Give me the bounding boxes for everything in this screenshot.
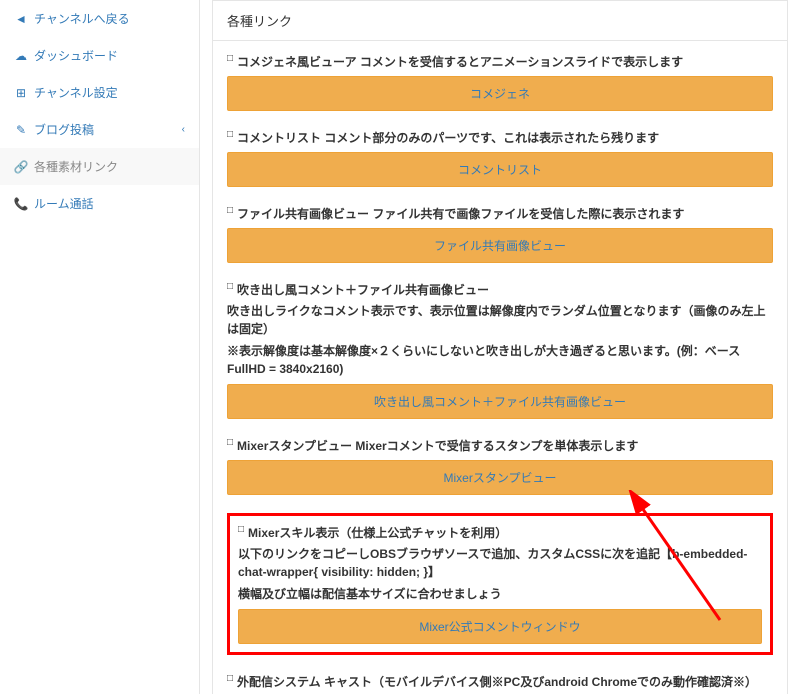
section-comment-list: □コメントリスト コメント部分のみのパーツです、これは表示されたら残ります コメ… bbox=[227, 129, 773, 187]
checkbox-icon: □ bbox=[227, 673, 233, 684]
section-title: □Mixerスキル表示（仕様上公式チャットを利用） bbox=[238, 524, 762, 541]
phone-icon: 📞 bbox=[14, 197, 28, 211]
section-cast: □外配信システム キャスト（モバイルデバイス側※PC及びandroid Chro… bbox=[227, 673, 773, 694]
section-title: □外配信システム キャスト（モバイルデバイス側※PC及びandroid Chro… bbox=[227, 673, 773, 690]
sidebar-item-label: ルーム通話 bbox=[34, 195, 94, 212]
sidebar-item-label: ダッシュボード bbox=[34, 47, 118, 64]
section-title: □コメントリスト コメント部分のみのパーツです、これは表示されたら残ります bbox=[227, 129, 773, 146]
section-title: □Mixerスタンプビュー Mixerコメントで受信するスタンプを単体表示します bbox=[227, 437, 773, 454]
section-desc: 以下のリンクをコピーしOBSブラウザソースで追加、カスタムCSSに次を追記【b-… bbox=[238, 545, 762, 581]
sidebar-item-label: チャンネル設定 bbox=[34, 84, 118, 101]
section-komegene: □コメジェネ風ビューア コメントを受信するとアニメーションスライドで表示します … bbox=[227, 53, 773, 111]
sidebar-item-room-call[interactable]: 📞 ルーム通話 bbox=[0, 185, 199, 222]
highlighted-section: □Mixerスキル表示（仕様上公式チャットを利用） 以下のリンクをコピーしOBS… bbox=[227, 513, 773, 655]
sidebar-item-label: 各種素材リンク bbox=[34, 158, 118, 175]
sidebar-item-label: ブログ投稿 bbox=[34, 121, 94, 138]
grid-icon: ⊞ bbox=[14, 86, 28, 100]
sidebar-item-label: チャンネルへ戻る bbox=[34, 10, 130, 27]
checkbox-icon: □ bbox=[238, 524, 244, 535]
section-file-share: □ファイル共有画像ビュー ファイル共有で画像ファイルを受信した際に表示されます … bbox=[227, 205, 773, 263]
checkbox-icon: □ bbox=[227, 437, 233, 448]
chevron-left-icon: ‹ bbox=[182, 124, 185, 135]
section-desc: ※表示解像度は基本解像度×２くらいにしないと吹き出しが大き過ぎると思います。(例… bbox=[227, 342, 773, 378]
sidebar-item-blog-post[interactable]: ✎ ブログ投稿 ‹ bbox=[0, 111, 199, 148]
checkbox-icon: □ bbox=[227, 53, 233, 64]
file-share-button[interactable]: ファイル共有画像ビュー bbox=[227, 228, 773, 263]
sidebar: ◄ チャンネルへ戻る ☁ ダッシュボード ⊞ チャンネル設定 ✎ ブログ投稿 ‹… bbox=[0, 0, 200, 694]
section-desc: 吹き出しライクなコメント表示です、表示位置は解像度内でランダム位置となります（画… bbox=[227, 302, 773, 338]
komegene-button[interactable]: コメジェネ bbox=[227, 76, 773, 111]
link-icon: 🔗 bbox=[14, 160, 28, 174]
main-content: 各種リンク □コメジェネ風ビューア コメントを受信するとアニメーションスライドで… bbox=[200, 0, 800, 694]
section-title: □ファイル共有画像ビュー ファイル共有で画像ファイルを受信した際に表示されます bbox=[227, 205, 773, 222]
panel-title: 各種リンク bbox=[213, 1, 787, 41]
dashboard-icon: ☁ bbox=[14, 49, 28, 63]
section-desc: 横幅及び立幅は配信基本サイズに合わせましょう bbox=[238, 585, 762, 603]
sidebar-item-back[interactable]: ◄ チャンネルへ戻る bbox=[0, 0, 199, 37]
checkbox-icon: □ bbox=[227, 281, 233, 292]
section-title: □吹き出し風コメント＋ファイル共有画像ビュー bbox=[227, 281, 773, 298]
back-icon: ◄ bbox=[14, 12, 28, 26]
checkbox-icon: □ bbox=[227, 205, 233, 216]
section-mixer-stamp: □Mixerスタンプビュー Mixerコメントで受信するスタンプを単体表示します… bbox=[227, 437, 773, 495]
links-panel: 各種リンク □コメジェネ風ビューア コメントを受信するとアニメーションスライドで… bbox=[212, 0, 788, 694]
section-title: □コメジェネ風ビューア コメントを受信するとアニメーションスライドで表示します bbox=[227, 53, 773, 70]
sidebar-item-dashboard[interactable]: ☁ ダッシュボード bbox=[0, 37, 199, 74]
mixer-official-button[interactable]: Mixer公式コメントウィンドウ bbox=[238, 609, 762, 644]
edit-icon: ✎ bbox=[14, 123, 28, 137]
mixer-stamp-button[interactable]: Mixerスタンプビュー bbox=[227, 460, 773, 495]
sidebar-item-links[interactable]: 🔗 各種素材リンク bbox=[0, 148, 199, 185]
section-mixer-skill: □Mixerスキル表示（仕様上公式チャットを利用） 以下のリンクをコピーしOBS… bbox=[238, 524, 762, 644]
sidebar-item-channel-settings[interactable]: ⊞ チャンネル設定 bbox=[0, 74, 199, 111]
bubble-comment-button[interactable]: 吹き出し風コメント＋ファイル共有画像ビュー bbox=[227, 384, 773, 419]
panel-body: □コメジェネ風ビューア コメントを受信するとアニメーションスライドで表示します … bbox=[213, 41, 787, 694]
checkbox-icon: □ bbox=[227, 129, 233, 140]
section-bubble-comment: □吹き出し風コメント＋ファイル共有画像ビュー 吹き出しライクなコメント表示です、… bbox=[227, 281, 773, 419]
comment-list-button[interactable]: コメントリスト bbox=[227, 152, 773, 187]
